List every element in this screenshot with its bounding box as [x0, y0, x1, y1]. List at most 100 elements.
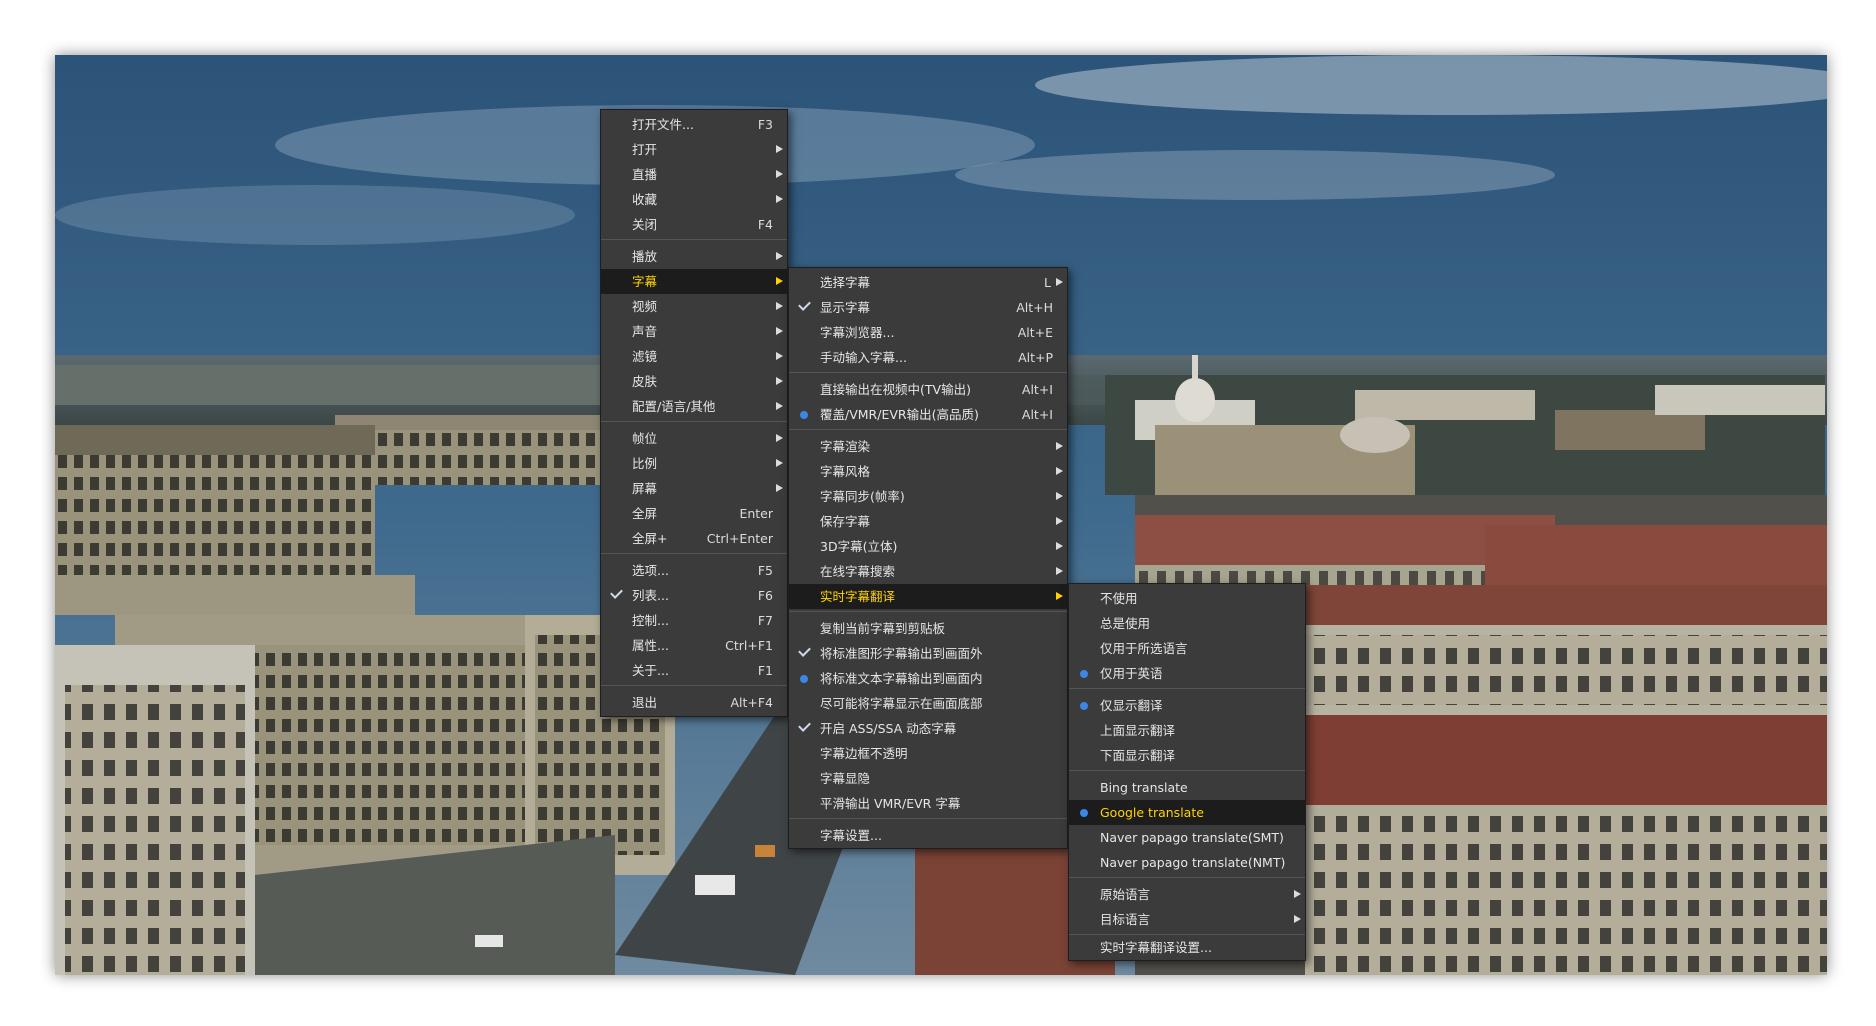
menu-item-about[interactable]: 关于... F1: [601, 658, 787, 683]
checkmark-icon: [798, 298, 811, 311]
submenu-arrow-icon: [776, 377, 783, 385]
submenu-arrow-icon: [1056, 592, 1063, 600]
menu-item-open-file[interactable]: 打开文件... F3: [601, 112, 787, 137]
submenu-arrow-icon: [1294, 915, 1301, 923]
submenu-arrow-icon: [776, 145, 783, 153]
menu-separator: [789, 372, 1067, 373]
radio-dot-icon: [800, 411, 808, 419]
submenu-arrow-icon: [776, 402, 783, 410]
menu-item-subtitles[interactable]: 字幕: [601, 269, 787, 294]
menu-item-selected-language-only[interactable]: 仅用于所选语言: [1069, 636, 1305, 661]
menu-item-subtitle-browser[interactable]: 字幕浏览器... Alt+E: [789, 320, 1067, 345]
menu-item-subtitle-render[interactable]: 字幕渲染: [789, 434, 1067, 459]
menu-item-papago-nmt[interactable]: Naver papago translate(NMT): [1069, 850, 1305, 875]
menu-item-smooth-vmr-evr[interactable]: 平滑输出 VMR/EVR 字幕: [789, 791, 1067, 816]
submenu-arrow-icon: [1056, 492, 1063, 500]
menu-item-translation-above[interactable]: 上面显示翻译: [1069, 718, 1305, 743]
radio-dot-icon: [800, 675, 808, 683]
menu-item-translation-below[interactable]: 下面显示翻译: [1069, 743, 1305, 768]
submenu-arrow-icon: [1056, 567, 1063, 575]
menu-item-live[interactable]: 直播: [601, 162, 787, 187]
menu-item-playback[interactable]: 播放: [601, 244, 787, 269]
checkmark-icon: [798, 644, 811, 657]
menu-item-bing-translate[interactable]: Bing translate: [1069, 775, 1305, 800]
menu-item-aspect-ratio[interactable]: 比例: [601, 451, 787, 476]
menu-item-graphic-subtitle-outside[interactable]: 将标准图形字幕输出到画面外: [789, 641, 1067, 666]
realtime-translation-submenu: 不使用 总是使用 仅用于所选语言 仅用于英语 仅显示翻译 上面显示翻译 下面显示…: [1068, 583, 1306, 961]
menu-item-never-use[interactable]: 不使用: [1069, 586, 1305, 611]
submenu-arrow-icon: [776, 327, 783, 335]
menu-item-subtitle-bottom[interactable]: 尽可能将字幕显示在画面底部: [789, 691, 1067, 716]
menu-item-options[interactable]: 选项... F5: [601, 558, 787, 583]
checkmark-icon: [798, 719, 811, 732]
menu-separator: [1069, 877, 1305, 878]
menu-item-subtitle-settings[interactable]: 字幕设置...: [789, 823, 1067, 848]
menu-separator: [601, 685, 787, 686]
submenu-arrow-icon: [776, 434, 783, 442]
submenu-arrow-icon: [1056, 542, 1063, 550]
radio-dot-icon: [1080, 809, 1088, 817]
menu-item-translation-only[interactable]: 仅显示翻译: [1069, 693, 1305, 718]
submenu-arrow-icon: [776, 459, 783, 467]
submenu-arrow-icon: [776, 170, 783, 178]
menu-item-overlay-output[interactable]: 覆盖/VMR/EVR输出(高品质) Alt+I: [789, 402, 1067, 427]
menu-separator: [789, 818, 1067, 819]
menu-item-toggle-subtitle[interactable]: 字幕显隐: [789, 766, 1067, 791]
menu-item-save-subtitle[interactable]: 保存字幕: [789, 509, 1067, 534]
submenu-arrow-icon: [776, 302, 783, 310]
menu-item-source-language[interactable]: 原始语言: [1069, 882, 1305, 907]
menu-item-realtime-translation[interactable]: 实时字幕翻译: [789, 584, 1067, 609]
menu-item-show-subtitles[interactable]: 显示字幕 Alt+H: [789, 295, 1067, 320]
menu-item-open[interactable]: 打开: [601, 137, 787, 162]
submenu-arrow-icon: [1294, 890, 1301, 898]
menu-item-video[interactable]: 视频: [601, 294, 787, 319]
main-context-menu: 打开文件... F3 打开 直播 收藏 关闭 F4 播放 字幕 视频 声音 滤镜 皮…: [600, 109, 788, 717]
menu-item-exit[interactable]: 退出 Alt+F4: [601, 690, 787, 715]
menu-item-tv-output[interactable]: 直接输出在视频中(TV输出) Alt+I: [789, 377, 1067, 402]
menu-item-text-subtitle-inside[interactable]: 将标准文本字幕输出到画面内: [789, 666, 1067, 691]
menu-separator: [601, 421, 787, 422]
menu-separator: [601, 553, 787, 554]
submenu-arrow-icon: [1056, 517, 1063, 525]
menu-item-manual-subtitle[interactable]: 手动输入字幕... Alt+P: [789, 345, 1067, 370]
menu-item-subtitle-sync[interactable]: 字幕同步(帧率): [789, 484, 1067, 509]
submenu-arrow-icon: [776, 277, 783, 285]
submenu-arrow-icon: [1056, 442, 1063, 450]
menu-item-subtitle-style[interactable]: 字幕风格: [789, 459, 1067, 484]
menu-item-english-only[interactable]: 仅用于英语: [1069, 661, 1305, 686]
menu-item-google-translate[interactable]: Google translate: [1069, 800, 1305, 825]
menu-item-playlist[interactable]: 列表... F6: [601, 583, 787, 608]
menu-item-target-language[interactable]: 目标语言: [1069, 907, 1305, 932]
menu-item-control[interactable]: 控制... F7: [601, 608, 787, 633]
menu-item-close[interactable]: 关闭 F4: [601, 212, 787, 237]
menu-item-papago-smt[interactable]: Naver papago translate(SMT): [1069, 825, 1305, 850]
menu-item-screen[interactable]: 屏幕: [601, 476, 787, 501]
menu-item-fullscreen[interactable]: 全屏 Enter: [601, 501, 787, 526]
menu-item-skins[interactable]: 皮肤: [601, 369, 787, 394]
submenu-arrow-icon: [1056, 278, 1063, 286]
menu-item-fullscreen-plus[interactable]: 全屏+ Ctrl+Enter: [601, 526, 787, 551]
menu-item-filters[interactable]: 滤镜: [601, 344, 787, 369]
submenu-arrow-icon: [776, 252, 783, 260]
menu-item-online-subtitle-search[interactable]: 在线字幕搜索: [789, 559, 1067, 584]
menu-item-properties[interactable]: 属性... Ctrl+F1: [601, 633, 787, 658]
menu-separator: [789, 429, 1067, 430]
menu-item-audio[interactable]: 声音: [601, 319, 787, 344]
menu-item-frame-position[interactable]: 帧位: [601, 426, 787, 451]
subtitle-submenu: 选择字幕 L 显示字幕 Alt+H 字幕浏览器... Alt+E 手动输入字幕... A…: [788, 267, 1068, 849]
submenu-arrow-icon: [776, 352, 783, 360]
menu-item-translation-settings[interactable]: 实时字幕翻译设置...: [1069, 935, 1305, 960]
menu-separator: [1069, 688, 1305, 689]
menu-item-select-subtitle[interactable]: 选择字幕 L: [789, 270, 1067, 295]
menu-item-config-language[interactable]: 配置/语言/其他: [601, 394, 787, 419]
menu-item-ass-ssa-dynamic[interactable]: 开启 ASS/SSA 动态字幕: [789, 716, 1067, 741]
menu-item-copy-subtitle[interactable]: 复制当前字幕到剪贴板: [789, 616, 1067, 641]
menu-separator: [789, 611, 1067, 612]
radio-dot-icon: [1080, 702, 1088, 710]
menu-item-3d-subtitle[interactable]: 3D字幕(立体): [789, 534, 1067, 559]
menu-item-favorites[interactable]: 收藏: [601, 187, 787, 212]
menu-item-opaque-border[interactable]: 字幕边框不透明: [789, 741, 1067, 766]
menu-item-always-use[interactable]: 总是使用: [1069, 611, 1305, 636]
submenu-arrow-icon: [776, 195, 783, 203]
radio-dot-icon: [1080, 670, 1088, 678]
